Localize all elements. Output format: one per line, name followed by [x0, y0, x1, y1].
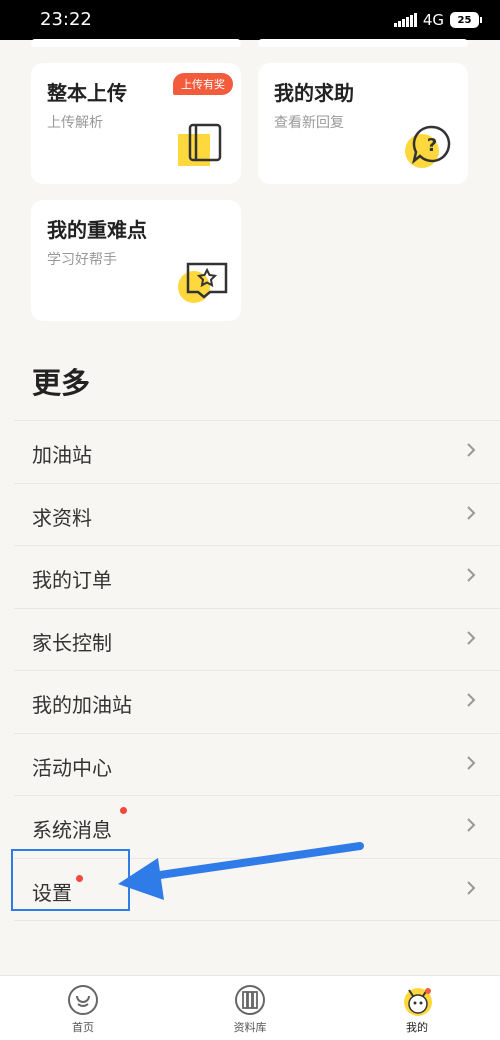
book-icon — [178, 123, 222, 166]
chevron-right-icon — [467, 505, 476, 520]
status-time: 23:22 — [40, 9, 92, 30]
menu-item-activity-center[interactable]: 活动中心 — [14, 732, 500, 796]
status-indicators: 4G 25 — [393, 10, 482, 30]
signal-icon — [393, 13, 417, 27]
svg-text:?: ? — [427, 135, 437, 156]
tab-library[interactable]: 资料库 — [195, 976, 305, 1040]
annotation-highlight-box — [11, 849, 130, 911]
tab-label: 首页 — [72, 1021, 94, 1034]
card-title: 我的求助 — [274, 81, 354, 105]
menu-item-label: 活动中心 — [32, 755, 112, 780]
more-menu-list: 加油站 求资料 我的订单 家长控制 我的加油站 活动中心 系统消息 设置 — [14, 420, 500, 921]
menu-item-label: 我的加油站 — [32, 693, 132, 717]
chevron-right-icon — [467, 630, 476, 645]
tab-label: 我的 — [406, 1021, 428, 1034]
library-icon — [235, 985, 265, 1015]
menu-item-label: 我的订单 — [32, 568, 112, 592]
card-title: 我的重难点 — [47, 218, 147, 242]
menu-item-label: 家长控制 — [32, 630, 112, 655]
tab-mine[interactable]: 我的 — [362, 976, 472, 1040]
menu-item-label: 求资料 — [32, 505, 92, 530]
chevron-right-icon — [467, 443, 476, 457]
chevron-right-icon — [467, 755, 476, 770]
battery-icon: 25 — [450, 12, 482, 28]
tab-label: 资料库 — [233, 1021, 267, 1034]
card-subtitle: 学习好帮手 — [47, 252, 117, 268]
card-partial-left — [31, 39, 241, 47]
card-partial-right — [258, 39, 468, 47]
menu-item-my-gas-station[interactable]: 我的加油站 — [14, 670, 500, 733]
card-subtitle: 查看新回复 — [274, 115, 344, 131]
menu-item-request-materials[interactable]: 求资料 — [14, 482, 500, 546]
menu-item-label: 系统消息 — [32, 818, 112, 842]
card-my-help-requests[interactable]: 我的求助 查看新回复 ? — [258, 63, 468, 184]
section-title-more: 更多 — [32, 366, 91, 400]
tab-home[interactable]: 首页 — [28, 976, 138, 1040]
star-book-icon — [178, 262, 228, 303]
network-type: 4G — [422, 11, 444, 29]
card-title: 整本上传 — [47, 81, 127, 105]
card-subtitle: 上传解析 — [47, 115, 103, 131]
reward-badge: 上传有奖 — [173, 73, 233, 95]
profile-avatar-icon — [404, 988, 432, 1016]
battery-level: 25 — [450, 12, 479, 28]
chevron-right-icon — [467, 568, 476, 582]
home-icon — [68, 985, 98, 1015]
card-my-key-points[interactable]: 我的重难点 学习好帮手 — [31, 200, 241, 321]
chevron-right-icon — [467, 818, 476, 832]
status-bar: 23:22 4G 25 — [0, 0, 500, 40]
question-bubble-icon: ? — [405, 125, 451, 168]
menu-item-my-orders[interactable]: 我的订单 — [14, 545, 500, 608]
chevron-right-icon — [467, 693, 476, 707]
notification-dot — [120, 807, 127, 814]
menu-item-label: 加油站 — [32, 443, 92, 467]
bottom-tab-bar: 首页 资料库 我的 — [0, 975, 500, 1040]
chevron-right-icon — [467, 880, 476, 895]
card-whole-book-upload[interactable]: 整本上传 上传解析 上传有奖 — [31, 63, 241, 184]
menu-item-gas-station[interactable]: 加油站 — [14, 420, 500, 483]
menu-item-parental-control[interactable]: 家长控制 — [14, 607, 500, 671]
